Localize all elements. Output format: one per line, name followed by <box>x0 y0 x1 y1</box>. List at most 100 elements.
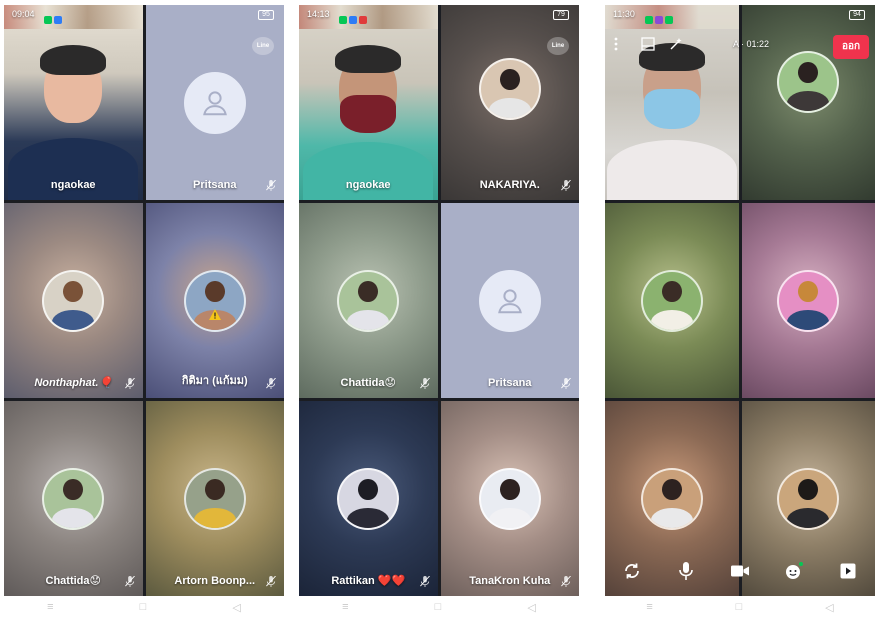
status-bar: 11:30 94 <box>605 5 875 25</box>
mic-muted-icon <box>266 180 276 191</box>
call-screen-2: 14:13 79 Line ngaokae NAKARIYA. Chattida… <box>299 5 579 596</box>
mic-muted-icon <box>124 378 135 389</box>
participant-tile[interactable]: กิติมา (แก้มม) <box>145 203 284 398</box>
status-time: 09:04 <box>12 9 35 19</box>
participant-hair <box>40 45 107 75</box>
participant-hair <box>335 45 402 73</box>
call-screen-3: 11:30 94 A · 01:22 ออก <box>605 5 875 596</box>
back-button[interactable]: ◁ <box>825 601 833 614</box>
participant-tile[interactable]: Artorn Boonp... <box>145 401 284 596</box>
participant-name: Pritsana <box>193 179 237 191</box>
face-mask <box>340 95 397 133</box>
participant-grid: ngaokae NAKARIYA. Chattida😟 Pritsana Rat… <box>299 5 579 596</box>
participant-tile[interactable]: NAKARIYA. <box>440 5 579 200</box>
notification-icons <box>339 11 369 24</box>
face-mask <box>643 89 700 129</box>
participant-name: ngaokae <box>50 179 96 191</box>
participant-tile[interactable]: Chattida😟 <box>299 203 438 398</box>
call-screen-1: 09:04 95 Line ngaokae Pritsana Nonthapha… <box>4 5 284 596</box>
mic-muted-icon <box>419 378 430 389</box>
avatar <box>42 467 105 530</box>
status-bar: 14:13 79 <box>299 5 579 25</box>
leave-call-button[interactable]: ออก <box>833 35 869 59</box>
status-time: 14:13 <box>307 9 330 19</box>
share-screen-icon <box>840 563 856 579</box>
share-screen-button[interactable] <box>835 558 861 584</box>
participant-tile[interactable]: Pritsana <box>145 5 284 200</box>
android-nav-bar: ≡ □ ◁ <box>299 597 579 617</box>
participant-grid: ngaokae Pritsana Nonthaphat.🎈 กิติมา (แก… <box>4 5 284 596</box>
avatar <box>640 269 703 332</box>
participant-grid <box>605 5 875 596</box>
avatar <box>337 467 400 530</box>
person-placeholder-icon <box>202 90 227 115</box>
battery-icon: 95 <box>258 10 274 20</box>
home-button[interactable]: □ <box>435 601 442 613</box>
participant-tile[interactable]: Chattida😟 <box>4 401 143 596</box>
warning-icon <box>208 308 221 320</box>
avatar <box>478 269 541 332</box>
participant-tile[interactable]: ngaokae <box>299 5 438 200</box>
avatar <box>183 269 246 332</box>
participant-tile[interactable] <box>605 203 739 398</box>
avatar <box>640 467 703 530</box>
participant-shirt <box>303 142 434 200</box>
flip-camera-icon <box>625 563 639 579</box>
magic-wand-icon[interactable] <box>669 37 683 51</box>
android-nav-bar: ≡ □ ◁ <box>605 597 875 617</box>
call-timer: A · 01:22 <box>733 39 770 49</box>
mic-muted-icon <box>266 576 276 587</box>
home-button[interactable]: □ <box>736 601 743 613</box>
mic-muted-icon <box>561 576 571 587</box>
avatar <box>478 57 541 120</box>
participant-tile[interactable]: Rattikan ❤️❤️ <box>299 401 438 596</box>
back-button[interactable]: ◁ <box>232 601 240 614</box>
microphone-icon <box>679 562 693 580</box>
line-logo-icon: Line <box>252 37 274 55</box>
participant-name: Pritsana <box>488 377 532 389</box>
participant-name: ngaokae <box>345 179 391 191</box>
home-button[interactable]: □ <box>140 601 147 613</box>
participant-name: Chattida😟 <box>340 377 396 389</box>
mic-muted-icon <box>419 576 430 587</box>
avatar <box>478 467 541 530</box>
participant-shirt <box>606 140 737 200</box>
recent-apps-button[interactable]: ≡ <box>47 601 53 613</box>
avatar <box>777 269 840 332</box>
battery-icon: 79 <box>553 10 569 20</box>
participant-tile[interactable]: Nonthaphat.🎈 <box>4 203 143 398</box>
more-options-icon[interactable] <box>613 37 619 51</box>
participant-tile[interactable]: TanaKron Kuha <box>440 401 579 596</box>
notification-icons <box>44 11 64 24</box>
participant-tile[interactable] <box>741 203 875 398</box>
android-nav-bar: ≡ □ ◁ <box>4 597 284 617</box>
video-camera-button[interactable] <box>727 558 753 584</box>
video-camera-icon <box>731 565 749 577</box>
call-top-bar: A · 01:22 ออก <box>605 25 875 61</box>
participant-name: Nonthaphat.🎈 <box>34 377 113 389</box>
line-logo-icon: Line <box>547 37 569 55</box>
status-bar: 09:04 95 <box>4 5 284 25</box>
recent-apps-button[interactable]: ≡ <box>646 601 652 613</box>
effects-button[interactable] <box>781 558 807 584</box>
participant-name: Chattida😟 <box>45 575 101 587</box>
mic-muted-icon <box>124 576 135 587</box>
participant-name: กิติมา (แก้มม) <box>181 375 248 387</box>
avatar <box>183 467 246 530</box>
mic-muted-icon <box>561 378 571 389</box>
status-time: 11:30 <box>613 9 635 19</box>
participant-tile[interactable]: ngaokae <box>4 5 143 200</box>
battery-icon: 94 <box>849 10 865 20</box>
avatar <box>337 269 400 332</box>
participant-tile[interactable]: Pritsana <box>440 203 579 398</box>
effects-icon <box>786 562 803 579</box>
call-controls <box>605 546 875 596</box>
person-placeholder-icon <box>497 288 522 313</box>
grid-layout-icon[interactable] <box>641 37 655 51</box>
avatar <box>777 467 840 530</box>
back-button[interactable]: ◁ <box>527 601 535 614</box>
microphone-button[interactable] <box>673 558 699 584</box>
participant-name: NAKARIYA. <box>479 179 540 191</box>
flip-camera-button[interactable] <box>619 558 645 584</box>
recent-apps-button[interactable]: ≡ <box>342 601 348 613</box>
